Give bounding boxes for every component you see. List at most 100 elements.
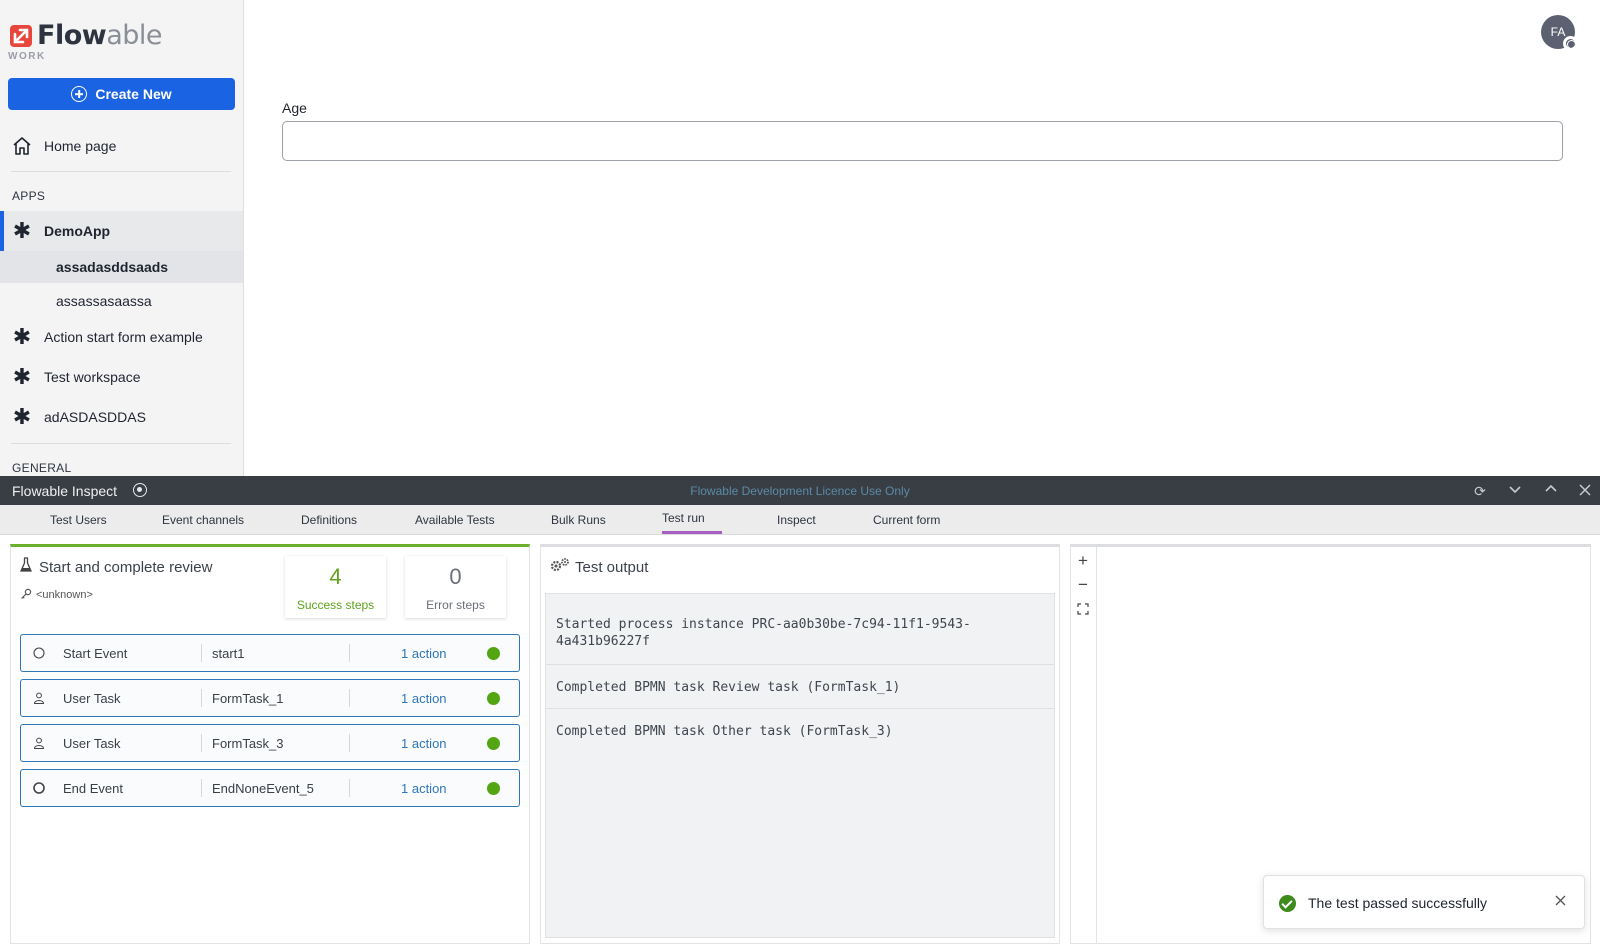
zoom-out-icon[interactable]: − [1075, 576, 1091, 593]
step-success-indicator [487, 782, 500, 795]
sidebar-item-label: Home page [44, 138, 117, 154]
step-separator [201, 734, 202, 752]
test-user: <unknown> [36, 589, 93, 601]
flowable-logo-icon [10, 24, 32, 47]
step-id: FormTask_1 [212, 691, 284, 706]
sidebar-item-label: Test workspace [44, 369, 141, 385]
asterisk-icon: ✱ [12, 364, 32, 389]
sidebar-item-home[interactable]: Home page [0, 131, 243, 161]
zoom-in-icon[interactable]: + [1075, 552, 1091, 569]
sidebar-item-test-workspace[interactable]: ✱ Test workspace [0, 362, 243, 392]
step-row[interactable]: User Task FormTask_3 1 action [20, 724, 520, 762]
test-output-title: Test output [575, 559, 649, 576]
sidebar-subitem-assassasaassa[interactable]: assassasaassa [0, 285, 243, 317]
end-event-icon [33, 782, 45, 794]
step-type: Start Event [63, 646, 128, 661]
step-success-indicator [487, 692, 500, 705]
sidebar-item-adasdasddas[interactable]: ✱ adASDASDDAS [0, 402, 243, 432]
create-new-button[interactable]: Create New [8, 78, 235, 110]
user-task-icon [33, 692, 45, 704]
tab-test-run[interactable]: Test run [662, 511, 705, 525]
flask-icon [20, 557, 32, 572]
step-actions-link[interactable]: 1 action [401, 781, 447, 796]
tab-current-form[interactable]: Current form [873, 513, 940, 527]
step-id: FormTask_3 [212, 736, 284, 751]
step-id: start1 [212, 646, 245, 661]
presence-status-icon [1563, 36, 1578, 51]
step-separator [349, 644, 350, 662]
step-row[interactable]: Start Event start1 1 action [20, 634, 520, 672]
step-separator [349, 734, 350, 752]
success-toast: The test passed successfully [1263, 875, 1585, 929]
user-task-icon [33, 737, 45, 749]
age-label: Age [282, 100, 307, 116]
success-steps-card: 4 Success steps [285, 556, 386, 618]
close-icon[interactable] [1576, 482, 1594, 500]
sidebar-divider [11, 443, 231, 444]
success-count: 4 [329, 564, 342, 589]
inspect-bar: Flowable Inspect Flowable Development Li… [0, 476, 1600, 505]
test-output-log: Started process instance PRC-aa0b30be-7c… [545, 593, 1055, 938]
sidebar: Flowable WORK Create New Home page APPS … [0, 0, 244, 476]
sidebar-item-demoapp[interactable]: ✱ DemoApp [0, 211, 243, 251]
logo-subtitle: WORK [8, 51, 46, 62]
sidebar-divider [11, 171, 231, 172]
tab-definitions[interactable]: Definitions [301, 513, 357, 527]
chevron-down-icon[interactable] [1506, 482, 1524, 500]
refresh-icon[interactable]: ⟳ [1471, 482, 1489, 500]
sidebar-item-label: Action start form example [44, 329, 203, 345]
flowable-logo[interactable]: Flowable [9, 20, 162, 51]
active-tab-indicator [662, 531, 722, 534]
sidebar-item-label: adASDASDDAS [44, 409, 146, 425]
logo-text: Flowable [37, 20, 162, 51]
step-success-indicator [487, 737, 500, 750]
success-label: Success steps [296, 598, 375, 612]
asterisk-icon: ✱ [12, 324, 32, 349]
tab-test-users[interactable]: Test Users [50, 513, 107, 527]
asterisk-icon: ✱ [12, 218, 32, 243]
sidebar-item-label: DemoApp [44, 223, 111, 239]
chevron-up-icon[interactable] [1542, 482, 1560, 500]
check-circle-icon [1279, 895, 1296, 912]
log-line: Completed BPMN task Other task (FormTask… [556, 724, 893, 739]
step-type: End Event [63, 781, 123, 796]
error-steps-card: 0 Error steps [405, 556, 506, 618]
step-actions-link[interactable]: 1 action [401, 691, 447, 706]
step-separator [201, 644, 202, 662]
apps-section-label: APPS [12, 189, 46, 203]
tab-bulk-runs[interactable]: Bulk Runs [551, 513, 606, 527]
avatar-initials: FA [1550, 25, 1566, 39]
step-type: User Task [63, 736, 121, 751]
plus-circle-icon [71, 86, 88, 102]
step-actions-link[interactable]: 1 action [401, 646, 447, 661]
step-actions-link[interactable]: 1 action [401, 736, 447, 751]
error-label: Error steps [426, 598, 485, 612]
tab-inspect[interactable]: Inspect [777, 513, 816, 527]
step-separator [201, 779, 202, 797]
step-success-indicator [487, 647, 500, 660]
test-title: Start and complete review [39, 559, 213, 576]
toast-message: The test passed successfully [1308, 895, 1487, 911]
tab-available-tests[interactable]: Available Tests [415, 513, 495, 527]
inspect-tabs: Test Users Event channels Definitions Av… [0, 505, 1600, 535]
log-line: Completed BPMN task Review task (FormTas… [546, 665, 1054, 709]
step-id: EndNoneEvent_5 [212, 781, 314, 796]
log-line: Started process instance PRC-aa0b30be-7c… [546, 594, 1054, 665]
sidebar-subitem-assadasddsaads[interactable]: assadasddsaads [0, 251, 243, 283]
general-section-label: GENERAL [12, 461, 72, 475]
step-row[interactable]: User Task FormTask_1 1 action [20, 679, 520, 717]
step-separator [349, 689, 350, 707]
age-input[interactable] [282, 121, 1563, 161]
home-icon [11, 135, 33, 157]
tab-event-channels[interactable]: Event channels [162, 513, 244, 527]
asterisk-icon: ✱ [12, 404, 32, 429]
step-separator [201, 689, 202, 707]
sidebar-item-action-start-form[interactable]: ✱ Action start form example [0, 322, 243, 352]
key-icon [20, 588, 32, 603]
toast-close-icon[interactable] [1555, 893, 1566, 909]
start-event-icon [33, 647, 45, 659]
fit-screen-icon[interactable] [1075, 602, 1091, 618]
step-row[interactable]: End Event EndNoneEvent_5 1 action [20, 769, 520, 807]
zoom-controls: + − [1070, 547, 1097, 944]
error-count: 0 [449, 564, 462, 589]
